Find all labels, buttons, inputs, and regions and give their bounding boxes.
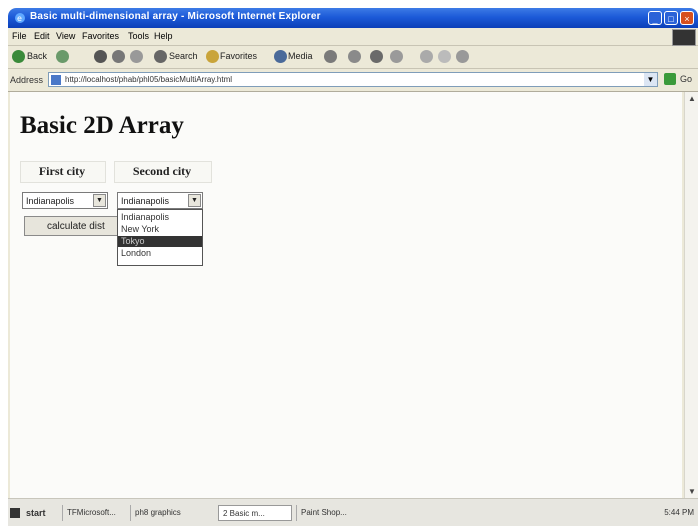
chevron-down-icon[interactable]: ▼ xyxy=(93,194,106,207)
home-icon[interactable] xyxy=(130,50,143,63)
start-button[interactable]: start xyxy=(22,505,50,521)
taskbar-item[interactable]: Paint Shop... xyxy=(296,505,366,521)
stop-icon[interactable] xyxy=(94,50,107,63)
history-icon[interactable] xyxy=(324,50,337,63)
second-city-dropdown-list: Indianapolis New York Tokyo London xyxy=(117,209,203,266)
second-city-value: Indianapolis xyxy=(121,196,170,206)
dropdown-option-selected[interactable]: Tokyo xyxy=(118,236,202,247)
chevron-down-icon[interactable]: ▼ xyxy=(188,194,201,207)
discuss-icon[interactable] xyxy=(420,50,433,63)
menu-favorites[interactable]: Favorites xyxy=(82,31,119,41)
scroll-up-icon[interactable]: ▲ xyxy=(688,94,696,103)
address-dropdown-icon[interactable]: ▼ xyxy=(644,73,657,86)
back-arrow-icon[interactable] xyxy=(12,50,25,63)
menu-tools[interactable]: Tools xyxy=(128,31,149,41)
dropdown-option[interactable]: Indianapolis xyxy=(118,212,202,223)
search-icon[interactable] xyxy=(154,50,167,63)
media-button[interactable]: Media xyxy=(288,51,313,61)
favorites-star-icon[interactable] xyxy=(206,50,219,63)
go-arrow-icon[interactable] xyxy=(664,73,676,85)
menu-view[interactable]: View xyxy=(56,31,75,41)
menu-file[interactable]: File xyxy=(12,31,27,41)
title-bar: e Basic multi-dimensional array - Micros… xyxy=(8,8,698,28)
vertical-scrollbar[interactable]: ▲ ▼ xyxy=(684,92,698,498)
address-bar: Address http://localhost/phab/phl05/basi… xyxy=(8,69,698,92)
dropdown-option[interactable]: London xyxy=(118,248,202,259)
back-button[interactable]: Back xyxy=(27,51,47,61)
calculate-button-label: calculate dist xyxy=(47,221,105,232)
edit-icon[interactable] xyxy=(390,50,403,63)
windows-logo-icon xyxy=(672,29,696,46)
toolbar: Back Search Favorites Media xyxy=(8,46,698,69)
favorites-button[interactable]: Favorites xyxy=(220,51,257,61)
scroll-down-icon[interactable]: ▼ xyxy=(688,487,696,496)
address-input[interactable]: http://localhost/phab/phl05/basicMultiAr… xyxy=(48,72,658,87)
print-icon[interactable] xyxy=(370,50,383,63)
second-city-header: Second city xyxy=(132,164,192,178)
research-icon[interactable] xyxy=(456,50,469,63)
menu-bar: File Edit View Favorites Tools Help xyxy=(8,28,698,46)
windows-flag-icon xyxy=(10,508,20,518)
page-content: Basic 2D Array First city Second city In… xyxy=(10,92,682,498)
first-city-header: First city xyxy=(38,164,86,178)
first-city-value: Indianapolis xyxy=(26,196,75,206)
window-title: Basic multi-dimensional array - Microsof… xyxy=(30,11,321,22)
menu-help[interactable]: Help xyxy=(154,31,173,41)
address-label: Address xyxy=(10,75,44,85)
taskbar-item-active[interactable]: 2 Basic m... xyxy=(218,505,292,521)
maximize-button[interactable]: □ xyxy=(664,11,678,25)
system-clock: 5:44 PM xyxy=(664,508,694,517)
taskbar-item[interactable]: ph8 graphics xyxy=(130,505,214,521)
menu-edit[interactable]: Edit xyxy=(34,31,50,41)
go-button[interactable]: Go xyxy=(680,74,692,84)
svg-text:e: e xyxy=(17,14,22,23)
dropdown-option[interactable]: New York xyxy=(118,224,202,235)
search-button[interactable]: Search xyxy=(169,51,198,61)
forward-arrow-icon[interactable] xyxy=(56,50,69,63)
minimize-button[interactable]: _ xyxy=(648,11,662,25)
address-url[interactable]: http://localhost/phab/phl05/basicMultiAr… xyxy=(65,75,232,84)
mail-icon[interactable] xyxy=(348,50,361,63)
messenger-icon[interactable] xyxy=(438,50,451,63)
refresh-icon[interactable] xyxy=(112,50,125,63)
media-icon[interactable] xyxy=(274,50,287,63)
taskbar: start TFMicrosoft... ph8 graphics 2 Basi… xyxy=(8,498,698,526)
ie-icon: e xyxy=(15,13,25,23)
browser-window: e Basic multi-dimensional array - Micros… xyxy=(8,8,698,526)
second-city-select[interactable]: Indianapolis ▼ xyxy=(117,192,203,209)
close-button[interactable]: × xyxy=(680,11,694,25)
taskbar-item[interactable]: TFMicrosoft... xyxy=(62,505,124,521)
first-city-select[interactable]: Indianapolis ▼ xyxy=(22,192,108,209)
page-icon xyxy=(51,75,61,85)
page-heading: Basic 2D Array xyxy=(20,112,184,139)
